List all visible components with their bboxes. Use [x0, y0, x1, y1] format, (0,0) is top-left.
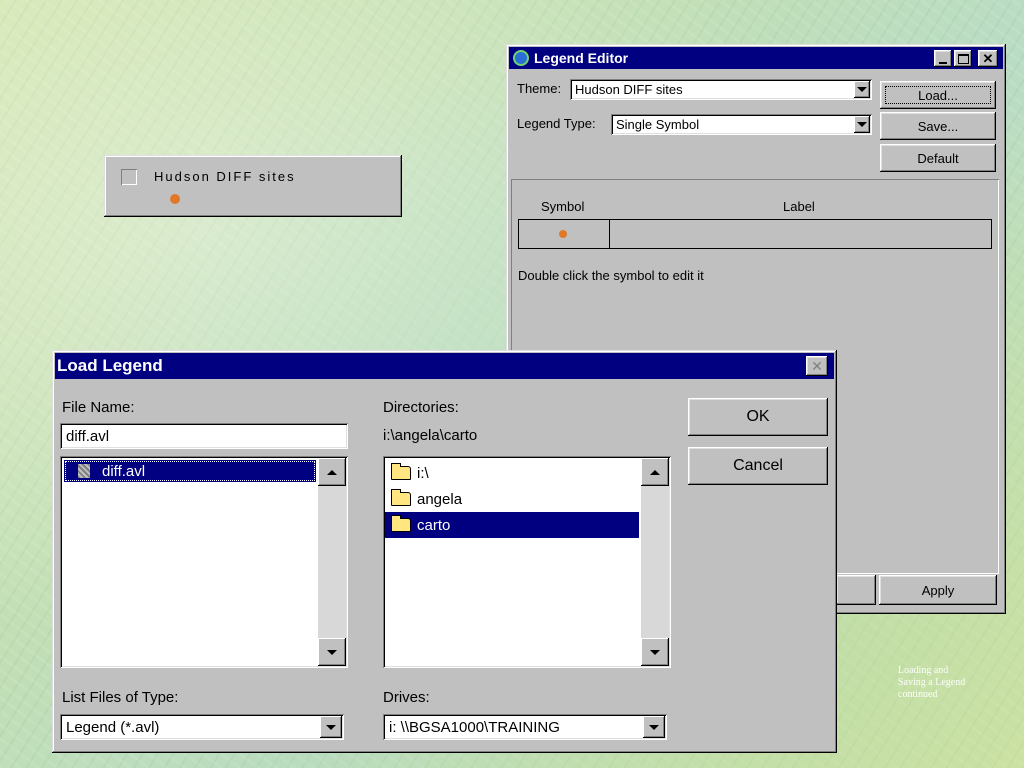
chevron-down-icon: [857, 122, 867, 127]
theme-select-dropdown[interactable]: [854, 81, 870, 98]
symbol-table-row[interactable]: [518, 219, 992, 249]
scroll-down-button[interactable]: [318, 638, 346, 666]
directory-list[interactable]: i:\ angela carto: [383, 456, 671, 668]
directory-item-label: angela: [417, 490, 463, 508]
chevron-down-icon: [649, 724, 659, 730]
theme-label: Theme:: [517, 81, 562, 96]
load-legend-titlebar[interactable]: Load Legend: [55, 353, 834, 379]
scroll-down-button[interactable]: [641, 638, 669, 666]
chevron-up-icon: [650, 469, 660, 475]
open-folder-icon: [391, 463, 411, 480]
default-button-label: Default: [917, 150, 959, 166]
scroll-up-button[interactable]: [641, 458, 669, 486]
directory-item-label: carto: [417, 516, 451, 534]
drives-value: i: \\BGSA1000\TRAINING: [389, 719, 560, 736]
apply-button-label: Apply: [921, 582, 955, 598]
maximize-icon: [957, 53, 969, 64]
file-type-select[interactable]: Legend (*.avl): [60, 714, 344, 740]
close-button[interactable]: ✕: [978, 50, 998, 67]
drives-label: Drives:: [383, 689, 430, 706]
legend-type-select[interactable]: Single Symbol: [611, 114, 872, 135]
theme-name: Hudson DIFF sites: [154, 169, 296, 184]
close-icon: ✕: [982, 50, 994, 66]
symbol-dot: [559, 230, 567, 238]
scroll-up-button[interactable]: [318, 458, 346, 486]
close-icon: ✕: [811, 357, 823, 374]
apply-button[interactable]: Apply: [879, 575, 997, 605]
directory-item-carto[interactable]: carto: [385, 512, 639, 538]
load-legend-dialog: Load Legend ✕ File Name: diff.avl diff.a…: [52, 350, 837, 753]
drives-dropdown[interactable]: [643, 716, 665, 738]
chevron-down-icon: [650, 649, 660, 655]
directory-list-scrollbar[interactable]: [641, 458, 669, 666]
file-type-dropdown[interactable]: [320, 716, 342, 738]
chevron-down-icon: [327, 649, 337, 655]
file-name-value: diff.avl: [66, 428, 110, 445]
drives-select[interactable]: i: \\BGSA1000\TRAINING: [383, 714, 667, 740]
hidden-button[interactable]: [836, 575, 876, 605]
load-legend-title: Load Legend: [57, 356, 163, 375]
chevron-down-icon: [326, 724, 336, 730]
file-type-value: Legend (*.avl): [66, 719, 160, 736]
file-name-input[interactable]: diff.avl: [60, 423, 348, 449]
directory-item-root[interactable]: i:\: [391, 462, 429, 484]
theme-legend-box: Hudson DIFF sites: [104, 155, 402, 217]
save-button[interactable]: Save...: [880, 112, 996, 140]
caption-line-3: continued: [898, 689, 938, 700]
file-list[interactable]: diff.avl: [60, 456, 348, 668]
current-directory: i:\angela\carto: [383, 427, 478, 444]
file-name-label: File Name:: [62, 399, 135, 416]
file-list-item[interactable]: diff.avl: [64, 460, 316, 482]
minimize-icon: [939, 61, 947, 64]
magnifier-icon: [513, 50, 529, 66]
label-cell[interactable]: [610, 220, 991, 248]
directory-item-angela[interactable]: angela: [391, 488, 462, 510]
directory-item-label: i:\: [417, 464, 429, 482]
legend-type-value: Single Symbol: [616, 117, 700, 132]
label-column-header: Label: [783, 199, 815, 214]
caption-line-2: Saving a Legend: [898, 677, 966, 688]
directories-label: Directories:: [383, 399, 459, 416]
open-folder-icon: [391, 489, 411, 506]
legend-editor-titlebar[interactable]: Legend Editor: [509, 47, 1003, 69]
list-files-type-label: List Files of Type:: [62, 689, 179, 706]
legend-type-label: Legend Type:: [517, 116, 596, 131]
symbol-column-header: Symbol: [541, 199, 585, 214]
theme-select[interactable]: Hudson DIFF sites: [570, 79, 872, 100]
file-list-item-label: diff.avl: [102, 462, 146, 480]
legend-type-dropdown[interactable]: [854, 116, 870, 133]
slide-caption: Loading and Saving a Legend continued: [898, 665, 965, 701]
maximize-button[interactable]: [954, 50, 972, 67]
file-list-scrollbar[interactable]: [318, 458, 346, 666]
dialog-close-button[interactable]: ✕: [806, 356, 828, 376]
minimize-button[interactable]: [934, 50, 952, 67]
chevron-up-icon: [327, 469, 337, 475]
edit-hint: Double click the symbol to edit it: [518, 268, 704, 283]
default-button[interactable]: Default: [880, 144, 996, 172]
ok-button[interactable]: OK: [688, 398, 828, 436]
legend-editor-title: Legend Editor: [534, 50, 629, 66]
theme-symbol-dot: [170, 194, 180, 204]
file-icon: [78, 464, 90, 478]
cancel-button-label: Cancel: [733, 457, 783, 474]
symbol-cell[interactable]: [519, 220, 610, 248]
caption-line-1: Loading and: [898, 665, 949, 676]
load-button-label: Load...: [918, 87, 958, 103]
ok-button-label: OK: [746, 408, 770, 425]
theme-select-value: Hudson DIFF sites: [575, 82, 683, 97]
cancel-button[interactable]: Cancel: [688, 447, 828, 485]
theme-visibility-checkbox[interactable]: [121, 169, 137, 185]
load-button[interactable]: Load...: [880, 81, 996, 109]
save-button-label: Save...: [917, 118, 959, 134]
open-folder-icon: [391, 515, 411, 532]
chevron-down-icon: [857, 87, 867, 92]
